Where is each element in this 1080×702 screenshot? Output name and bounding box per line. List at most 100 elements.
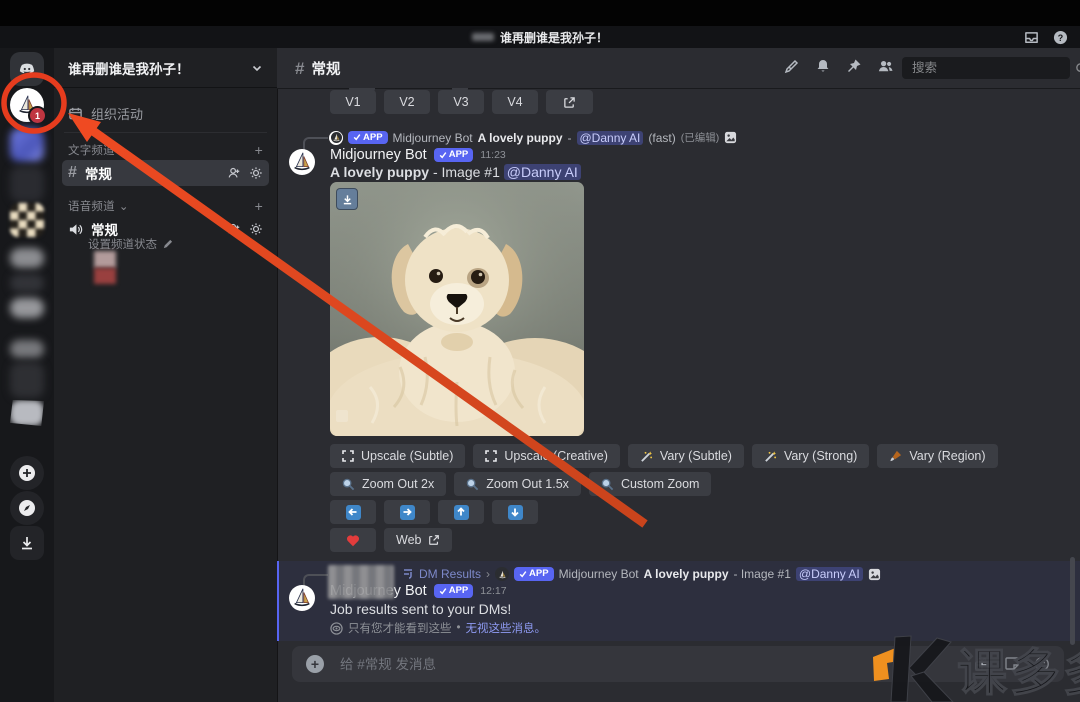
explore-servers-button[interactable] <box>10 491 44 525</box>
discord-home-button[interactable] <box>10 52 44 86</box>
download-icon <box>19 535 35 551</box>
pin-icon[interactable] <box>846 58 862 74</box>
members-icon[interactable] <box>877 58 894 74</box>
kcduoduo-logo: 课多多 <box>865 627 1080 702</box>
image-attachment-icon <box>868 568 881 581</box>
timestamp: 11:23 <box>480 149 506 161</box>
zoom-out-2x-button[interactable]: Zoom Out 2x <box>330 472 446 496</box>
button-label: V4 <box>507 95 522 109</box>
reply-speed: (fast) <box>648 131 675 145</box>
magic-wand-icon <box>764 450 777 463</box>
download-apps-button[interactable] <box>10 526 44 560</box>
check-icon <box>439 151 447 159</box>
attach-plus-icon[interactable]: + <box>306 655 324 673</box>
timestamp: 12:17 <box>480 585 506 597</box>
paintbrush-icon <box>889 450 902 463</box>
blurred-server-icon[interactable] <box>10 248 44 268</box>
search-input[interactable] <box>910 60 1075 76</box>
blurred-server-icon[interactable] <box>10 400 44 426</box>
v3-button[interactable]: V3 <box>438 90 484 114</box>
pan-down-button[interactable] <box>492 500 538 524</box>
invite-people-icon[interactable] <box>227 222 241 236</box>
category-voice-channels[interactable]: 语音频道 ⌄ + <box>68 198 263 214</box>
speaker-icon <box>68 222 83 237</box>
button-label: Vary (Region) <box>909 449 985 463</box>
open-external-button[interactable] <box>546 90 593 114</box>
thread-icon <box>402 568 414 580</box>
upscale-subtle-button[interactable]: Upscale (Subtle) <box>330 444 465 468</box>
vary-region-button[interactable]: Vary (Region) <box>877 444 997 468</box>
blurred-server-icon[interactable] <box>10 298 44 318</box>
svg-text:?: ? <box>1058 32 1063 42</box>
add-server-button[interactable] <box>10 456 44 490</box>
mention-pill[interactable]: @Danny AI <box>577 131 644 145</box>
check-icon <box>353 133 361 141</box>
midjourney-server-button[interactable]: 1 <box>10 88 44 122</box>
app-badge: APP <box>514 567 554 580</box>
server-header[interactable]: 谁再删谁是我孙子！ <box>54 48 277 88</box>
mention-pill[interactable]: @Danny AI <box>504 164 581 180</box>
favorite-web-row: Web <box>330 528 452 552</box>
heart-button[interactable] <box>330 528 376 552</box>
blurred-server-icon[interactable] <box>10 340 44 358</box>
server-rail: 1 <box>0 48 54 702</box>
v1-button[interactable]: V1 <box>330 90 376 114</box>
magnifier-icon <box>466 478 479 491</box>
app-badge: APP <box>434 148 474 161</box>
plus-circle-icon <box>18 464 36 482</box>
message-avatar[interactable] <box>289 585 315 611</box>
category-text-channels[interactable]: 文字频道 + <box>68 142 263 158</box>
add-channel-icon[interactable]: + <box>255 142 263 158</box>
vary-strong-button[interactable]: Vary (Strong) <box>752 444 869 468</box>
message-avatar[interactable] <box>289 149 315 175</box>
blurred-server-icon[interactable] <box>10 274 44 292</box>
reply-prompt: A lovely puppy <box>644 567 729 581</box>
message2-reply-bar[interactable]: DM Results › APP Midjourney Bot A lovely… <box>402 567 881 581</box>
reply-dash: - <box>568 131 572 145</box>
search-box[interactable] <box>902 57 1070 79</box>
v2-button[interactable]: V2 <box>384 90 430 114</box>
bell-icon[interactable] <box>815 58 831 74</box>
web-button[interactable]: Web <box>384 528 452 552</box>
pan-right-button[interactable] <box>384 500 430 524</box>
channel-item-general[interactable]: # 常规 <box>62 160 269 186</box>
puppy-image[interactable] <box>330 182 584 436</box>
separator-dot: • <box>457 622 461 634</box>
vary-subtle-button[interactable]: Vary (Subtle) <box>628 444 744 468</box>
sailboat-icon <box>290 586 314 610</box>
channel-settings-gear-icon[interactable] <box>249 166 263 180</box>
blurred-server-icon[interactable] <box>10 203 44 237</box>
upscale-creative-button[interactable]: Upscale (Creative) <box>473 444 620 468</box>
threads-icon[interactable] <box>784 58 800 74</box>
dismiss-message-link[interactable]: 无视这些消息。 <box>466 620 547 636</box>
image-download-button[interactable] <box>336 188 358 210</box>
thread-name[interactable]: DM Results <box>419 567 481 581</box>
author-name[interactable]: Midjourney Bot <box>330 147 427 163</box>
voice-status-row[interactable]: 设置频道状态 <box>88 236 173 252</box>
compass-icon <box>18 499 36 517</box>
events-row[interactable]: 组织活动 <box>68 100 263 126</box>
blurred-user-block <box>94 251 116 268</box>
mention-pill[interactable]: @Danny AI <box>796 567 863 581</box>
help-icon[interactable]: ? <box>1053 30 1068 45</box>
blurred-server-icon[interactable] <box>10 128 44 162</box>
pencil-icon <box>162 239 173 250</box>
channel-settings-gear-icon[interactable] <box>249 222 263 236</box>
v4-button[interactable]: V4 <box>492 90 538 114</box>
invite-people-icon[interactable] <box>227 166 241 180</box>
pan-row <box>330 500 538 524</box>
inbox-icon[interactable] <box>1024 30 1039 45</box>
pan-up-button[interactable] <box>438 500 484 524</box>
message1-reply-bar[interactable]: APP Midjourney Bot A lovely puppy - @Dan… <box>329 130 737 145</box>
channel-sidebar: 谁再删谁是我孙子！ 组织活动 文字频道 + # 常规 <box>54 48 278 702</box>
app-badge-label: APP <box>529 568 549 579</box>
pan-left-button[interactable] <box>330 500 376 524</box>
blurred-server-icon[interactable] <box>10 362 44 398</box>
blurred-server-icon[interactable] <box>10 166 44 202</box>
app-badge-label: APP <box>449 149 469 160</box>
sailboat-icon <box>331 132 342 143</box>
custom-zoom-button[interactable]: Custom Zoom <box>589 472 712 496</box>
zoom-out-15x-button[interactable]: Zoom Out 1.5x <box>454 472 581 496</box>
ephemeral-text: 只有您才能看到这些 <box>348 620 452 636</box>
add-channel-icon[interactable]: + <box>255 198 263 214</box>
